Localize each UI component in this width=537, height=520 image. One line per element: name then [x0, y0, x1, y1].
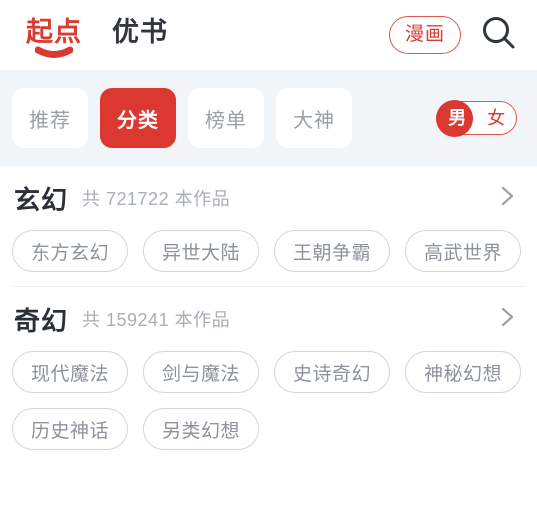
- section-header[interactable]: 奇幻 共 159241 本作品: [12, 287, 525, 351]
- chevron-right-icon[interactable]: [497, 181, 519, 216]
- gender-option-male[interactable]: 男: [438, 109, 477, 127]
- top-header: 起点 优书 漫画: [0, 0, 537, 70]
- tab-ranking[interactable]: 榜单: [188, 88, 264, 148]
- category-list: 玄幻 共 721722 本作品 东方玄幻 异世大陆 王朝争霸 高武世界 奇幻 共: [0, 166, 537, 464]
- tag-item[interactable]: 现代魔法: [12, 351, 128, 393]
- tag-list: 东方玄幻 异世大陆 王朝争霸 高武世界: [12, 230, 525, 286]
- section-title: 奇幻: [14, 306, 69, 336]
- tag-item[interactable]: 神秘幻想: [405, 351, 521, 393]
- tag-item[interactable]: 高武世界: [405, 230, 521, 272]
- app-root: 起点 优书 漫画 推荐 分类 榜单 大神 男 女 玄幻 共 721722 本作品…: [0, 0, 537, 520]
- gender-option-female[interactable]: 女: [477, 109, 516, 127]
- active-tab-underline-icon: [35, 46, 73, 59]
- search-icon[interactable]: [479, 13, 519, 58]
- comic-button[interactable]: 漫画: [388, 16, 461, 54]
- brand-tab-label: 优书: [112, 17, 168, 47]
- tag-item[interactable]: 历史神话: [12, 408, 128, 450]
- tag-item[interactable]: 另类幻想: [143, 408, 259, 450]
- tab-category[interactable]: 分类: [100, 88, 176, 148]
- brand-tab-youshu[interactable]: 优书: [112, 15, 168, 55]
- section-xuanhuan: 玄幻 共 721722 本作品 东方玄幻 异世大陆 王朝争霸 高武世界: [0, 166, 537, 286]
- gender-toggle[interactable]: 男 女: [436, 100, 517, 138]
- tab-dashen[interactable]: 大神: [276, 88, 352, 148]
- tag-item[interactable]: 剑与魔法: [143, 351, 259, 393]
- tag-item[interactable]: 异世大陆: [143, 230, 259, 272]
- section-count: 共 721722 本作品: [82, 189, 231, 209]
- tab-recommend[interactable]: 推荐: [12, 88, 88, 148]
- tag-item[interactable]: 东方玄幻: [12, 230, 128, 272]
- section-count: 共 159241 本作品: [82, 310, 231, 330]
- brand-tab-group: 起点 优书: [26, 15, 168, 58]
- tag-list: 现代魔法 剑与魔法 史诗奇幻 神秘幻想 历史神话 另类幻想: [12, 351, 525, 464]
- tag-item[interactable]: 史诗奇幻: [274, 351, 390, 393]
- section-qihuan: 奇幻 共 159241 本作品 现代魔法 剑与魔法 史诗奇幻 神秘幻想 历史神话…: [0, 287, 537, 464]
- brand-tab-label: 起点: [26, 17, 82, 47]
- brand-tab-qidian[interactable]: 起点: [26, 15, 82, 58]
- header-actions: 漫画: [388, 13, 519, 58]
- filter-tab-group: 推荐 分类 榜单 大神: [12, 88, 352, 148]
- section-header[interactable]: 玄幻 共 721722 本作品: [12, 166, 525, 230]
- filter-bar: 推荐 分类 榜单 大神 男 女: [0, 70, 537, 166]
- chevron-right-icon[interactable]: [497, 302, 519, 337]
- tag-item[interactable]: 王朝争霸: [274, 230, 390, 272]
- section-title: 玄幻: [14, 185, 69, 215]
